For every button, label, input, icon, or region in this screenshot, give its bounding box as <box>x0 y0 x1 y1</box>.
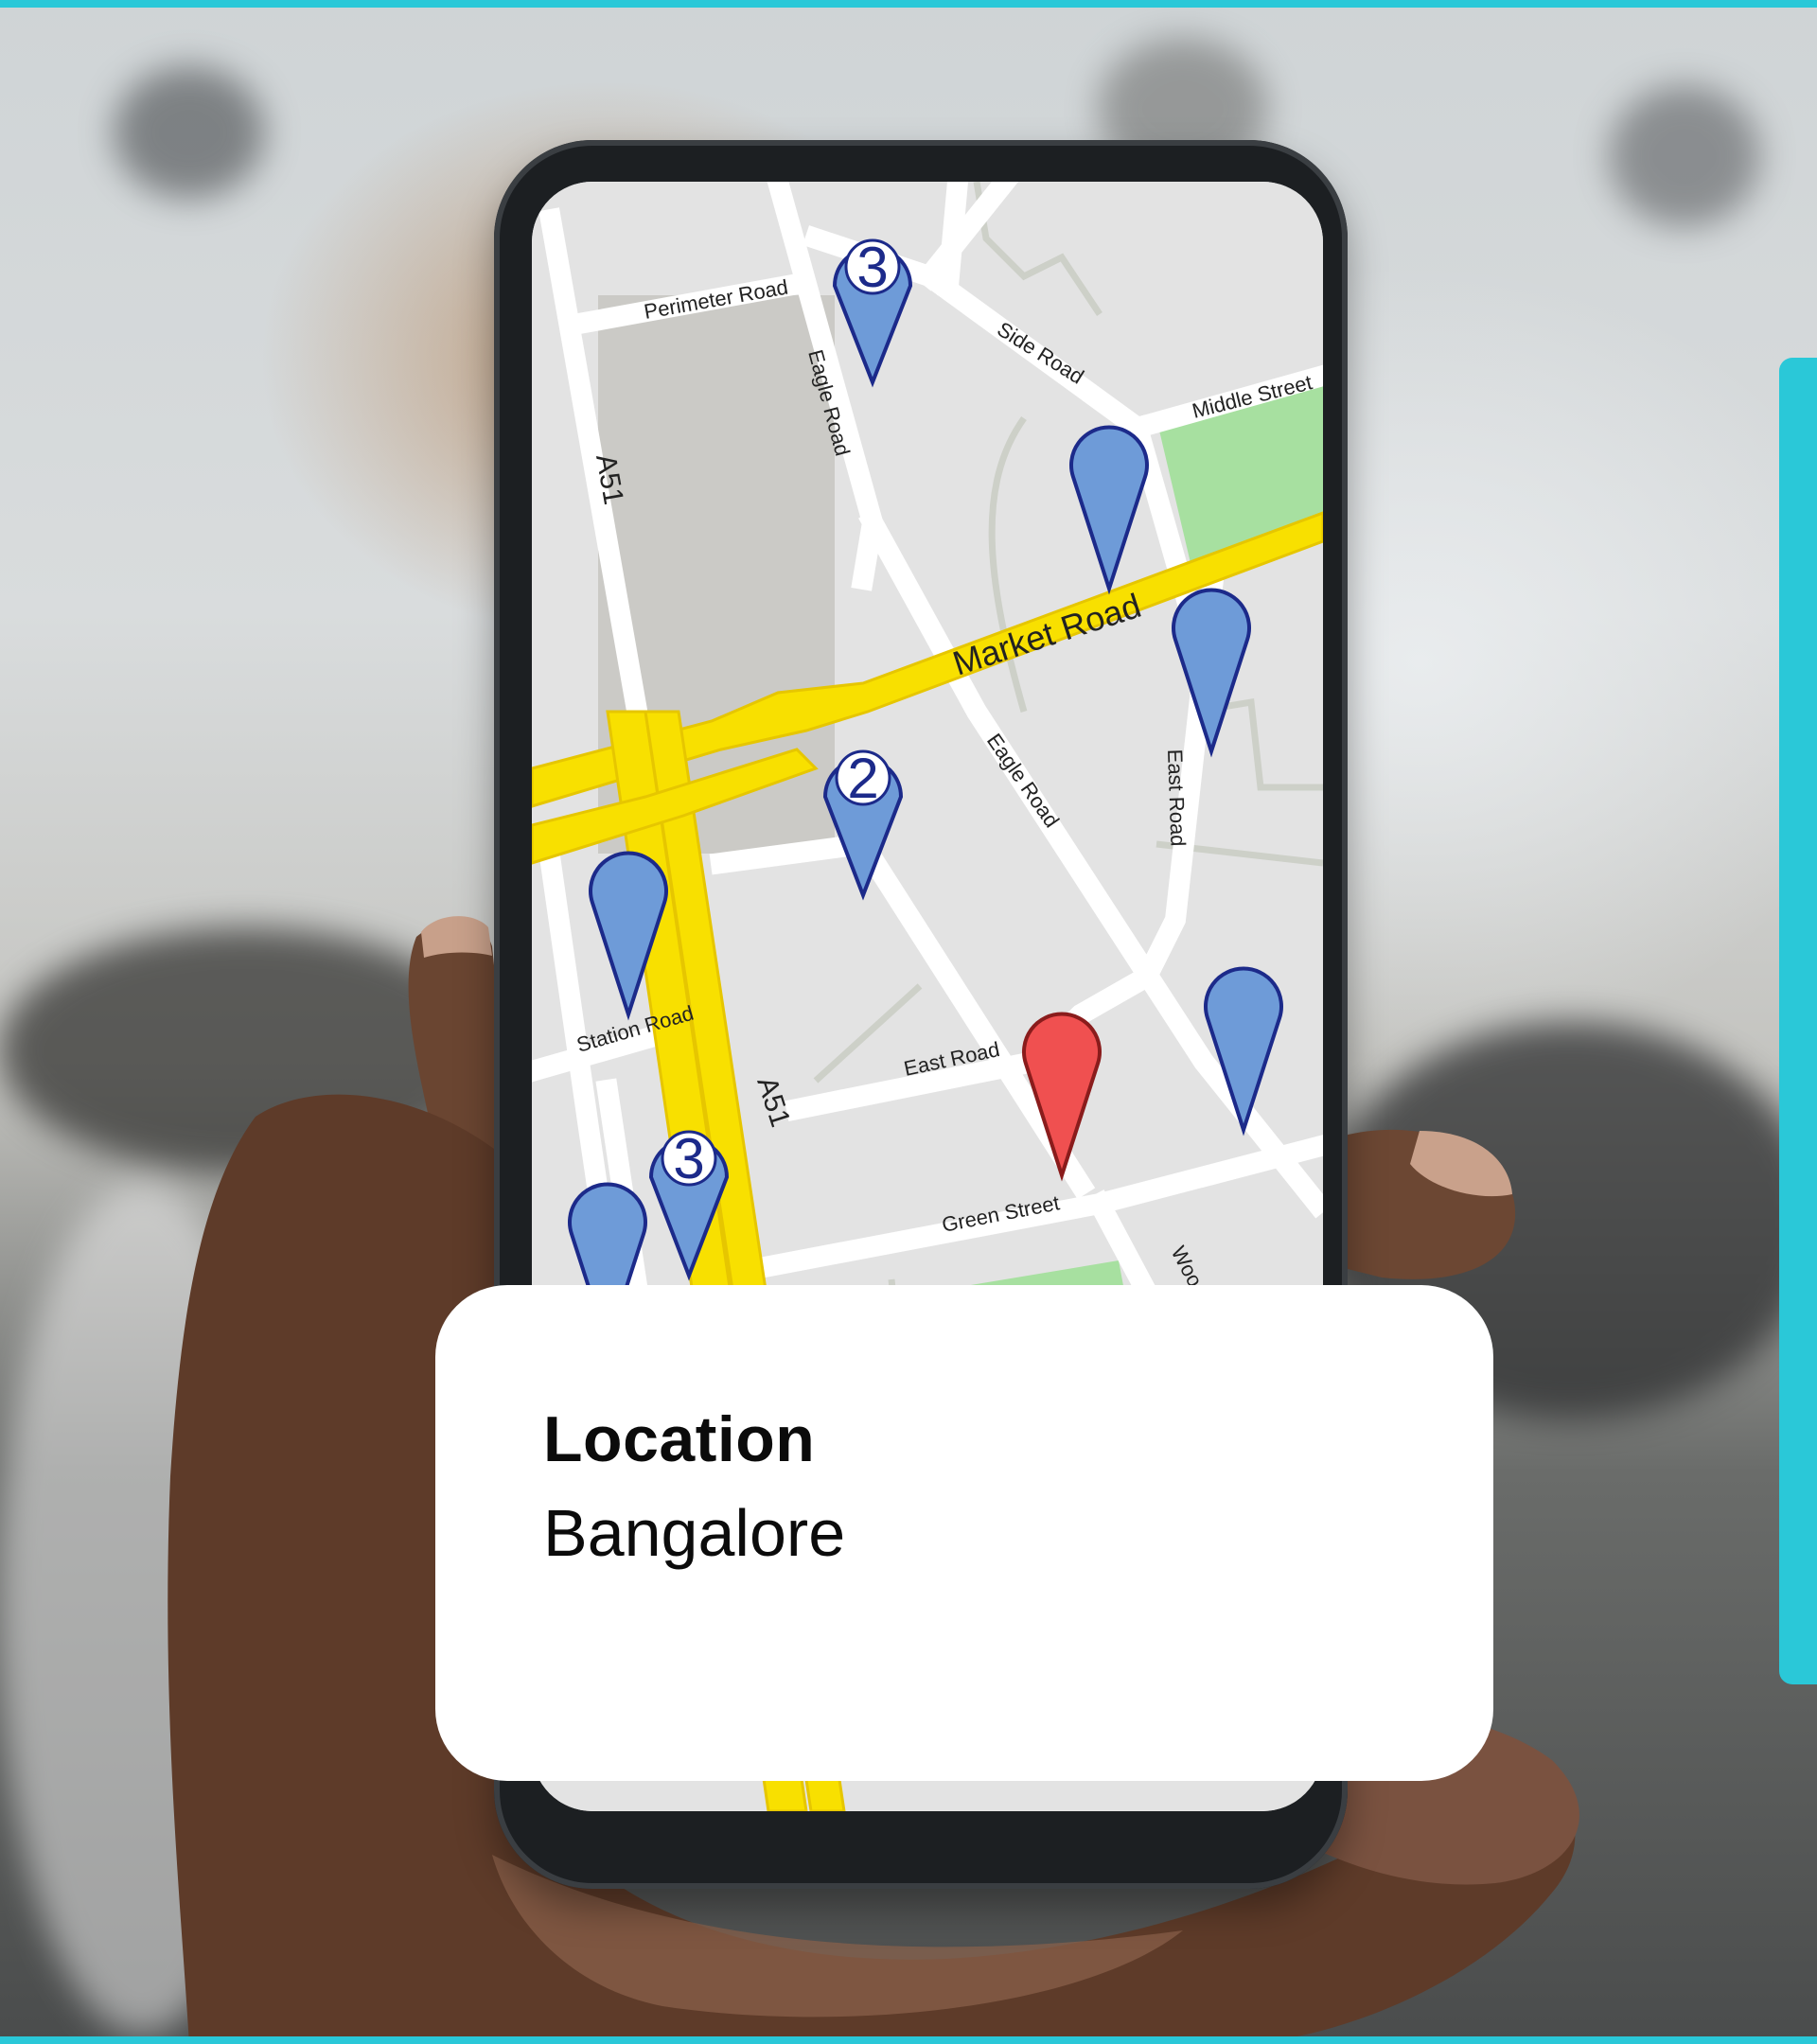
road-side-vert <box>937 182 969 297</box>
pin-number: 3 <box>673 1127 704 1190</box>
pin-number: 2 <box>847 747 878 810</box>
pin-number: 3 <box>856 236 888 299</box>
thumb-nail <box>421 916 492 958</box>
bottom-accent-strip <box>0 2036 1817 2044</box>
location-card: Location Bangalore <box>435 1285 1493 1781</box>
top-accent-strip <box>0 0 1817 8</box>
side-accent-bar <box>1779 358 1817 1684</box>
location-label: Location <box>543 1403 816 1475</box>
location-value: Bangalore <box>543 1496 846 1570</box>
road-label-east-mid: East Road <box>1163 749 1191 847</box>
